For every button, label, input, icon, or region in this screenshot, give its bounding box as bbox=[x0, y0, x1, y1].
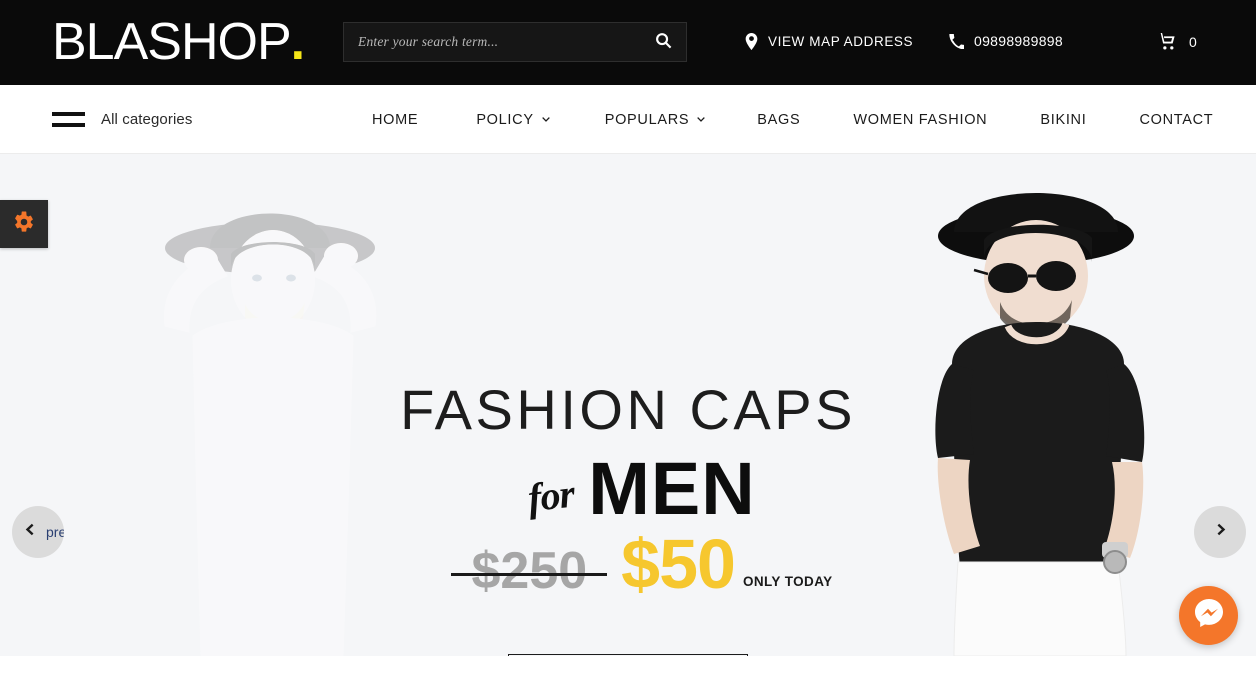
chevron-down-icon bbox=[541, 114, 550, 123]
nav-label: WOMEN FASHION bbox=[853, 111, 988, 128]
carousel-next-button[interactable] bbox=[1194, 506, 1246, 558]
phone-link[interactable]: 09898989898 bbox=[949, 33, 1063, 49]
messenger-chat-button[interactable] bbox=[1179, 586, 1238, 645]
main-navigation-bar: All categories HOME POLICY POPULARS BAGS… bbox=[0, 85, 1256, 154]
nav-label: POPULARS bbox=[604, 111, 690, 128]
shopping-cart-icon bbox=[1158, 33, 1177, 50]
all-categories-label: All categories bbox=[101, 111, 193, 128]
chevron-left-icon bbox=[24, 523, 37, 541]
site-logo[interactable]: BLASHOP. bbox=[52, 12, 305, 72]
cart-link[interactable]: 0 bbox=[1158, 33, 1197, 50]
hero-carousel: FASHION CAPS for MEN $250 $50 ONLY TODAY… bbox=[0, 154, 1256, 656]
phone-icon bbox=[949, 33, 964, 49]
messenger-icon bbox=[1191, 595, 1227, 636]
nav-links: HOME POLICY POPULARS BAGS WOMEN FASHION … bbox=[372, 85, 1213, 154]
hero-old-price: $250 bbox=[451, 543, 607, 599]
hero-title: FASHION CAPS bbox=[400, 378, 856, 441]
view-now-button[interactable]: VIEW NOW bbox=[508, 654, 748, 656]
view-map-address-label: VIEW MAP ADDRESS bbox=[768, 34, 914, 49]
nav-label: HOME bbox=[372, 111, 419, 128]
theme-settings-button[interactable] bbox=[0, 200, 48, 248]
hero-subtitle-row: for MEN bbox=[14, 447, 1256, 530]
nav-item-home[interactable]: HOME bbox=[372, 112, 418, 128]
view-map-address-link[interactable]: VIEW MAP ADDRESS bbox=[745, 33, 913, 50]
page-bottom-area bbox=[0, 656, 1256, 675]
carousel-prev-button[interactable]: prev bbox=[12, 506, 64, 558]
search-bar[interactable] bbox=[343, 22, 687, 62]
nav-label: POLICY bbox=[476, 111, 534, 128]
hero-script-word: for bbox=[526, 470, 577, 521]
nav-label: BAGS bbox=[757, 111, 801, 128]
nav-item-bags[interactable]: BAGS bbox=[757, 112, 800, 128]
nav-item-bikini[interactable]: BIKINI bbox=[1040, 112, 1086, 128]
search-button[interactable] bbox=[640, 23, 686, 61]
logo-text: BLASHOP bbox=[52, 13, 292, 71]
chevron-down-icon bbox=[696, 114, 706, 123]
chevron-right-icon bbox=[1214, 523, 1227, 541]
nav-item-populars[interactable]: POPULARS bbox=[605, 112, 706, 128]
hero-copy: FASHION CAPS for MEN $250 $50 ONLY TODAY bbox=[0, 378, 1256, 600]
nav-item-women-fashion[interactable]: WOMEN FASHION bbox=[853, 112, 987, 128]
hero-price-row: $250 $50 ONLY TODAY bbox=[18, 529, 1256, 599]
hero-subtitle: MEN bbox=[588, 447, 756, 530]
hero-promo-note: ONLY TODAY bbox=[742, 574, 833, 589]
all-categories-button[interactable]: All categories bbox=[52, 85, 192, 154]
hero-new-price: $50 bbox=[621, 525, 736, 603]
nav-item-contact[interactable]: CONTACT bbox=[1139, 112, 1213, 128]
nav-item-policy[interactable]: POLICY bbox=[476, 111, 550, 128]
hamburger-menu-icon bbox=[52, 112, 85, 127]
search-icon bbox=[655, 32, 672, 52]
search-input[interactable] bbox=[344, 23, 640, 61]
logo-accent-dot: . bbox=[290, 13, 305, 71]
cart-count: 0 bbox=[1189, 33, 1197, 50]
nav-label: CONTACT bbox=[1139, 111, 1214, 128]
top-header-bar: BLASHOP. VIEW MAP ADDRESS 09898989898 bbox=[0, 0, 1256, 85]
nav-label: BIKINI bbox=[1040, 111, 1087, 128]
gear-icon bbox=[13, 210, 35, 238]
location-pin-icon bbox=[745, 33, 758, 50]
carousel-prev-label: prev bbox=[46, 524, 64, 540]
phone-number-label: 09898989898 bbox=[974, 33, 1063, 49]
